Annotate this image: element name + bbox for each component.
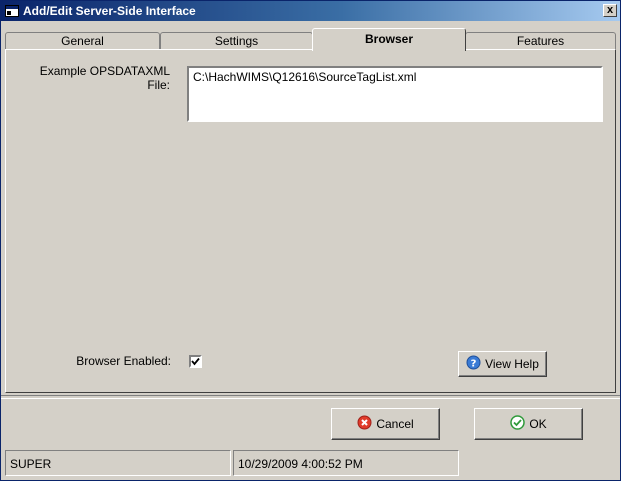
button-area-separator [1,395,620,399]
view-help-button[interactable]: ? View Help [458,351,547,377]
close-button[interactable]: x [603,4,617,17]
title-bar[interactable]: Add/Edit Server-Side Interface x [1,1,620,21]
status-user: SUPER [5,450,231,476]
tab-features[interactable]: Features [465,32,616,50]
tab-strip: General Settings Browser Features [5,28,616,51]
close-icon: x [606,4,614,16]
window-title: Add/Edit Server-Side Interface [23,4,196,18]
help-question-icon: ? [466,355,481,373]
browser-tab-panel: Example OPSDATAXML File: C:\HachWIMS\Q12… [5,49,616,393]
tab-general[interactable]: General [5,32,160,50]
status-bar: SUPER 10/29/2009 4:00:52 PM [1,450,620,480]
cancel-x-icon [357,415,372,433]
file-label-line1: Example OPSDATAXML [39,64,170,78]
ok-label: OK [529,417,547,431]
window-app-icon [5,5,19,17]
tab-settings[interactable]: Settings [160,32,313,50]
ok-button[interactable]: OK [474,408,583,440]
cancel-button[interactable]: Cancel [331,408,440,440]
ok-check-icon [510,415,526,433]
svg-text:?: ? [471,359,477,370]
status-timestamp: 10/29/2009 4:00:52 PM [233,450,459,476]
cancel-label: Cancel [376,417,414,431]
dialog-window: Add/Edit Server-Side Interface x General… [0,0,621,481]
checkmark-icon [191,357,200,366]
opsdataxml-file-label: Example OPSDATAXML File: [30,64,170,92]
tab-browser[interactable]: Browser [312,28,466,51]
browser-enabled-label: Browser Enabled: [76,354,171,368]
opsdataxml-file-input[interactable]: C:\HachWIMS\Q12616\SourceTagList.xml [187,66,603,122]
browser-enabled-checkbox[interactable] [189,355,202,368]
file-label-line2: File: [147,78,170,92]
view-help-label: View Help [485,357,539,371]
